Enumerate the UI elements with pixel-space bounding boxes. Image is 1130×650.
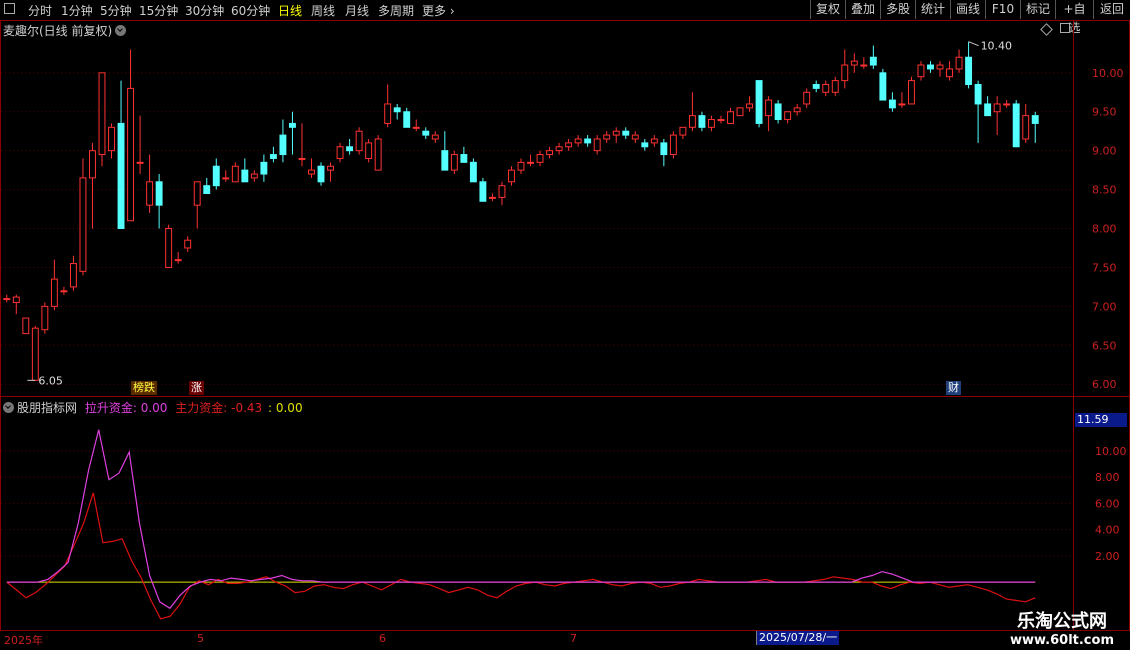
indicator-caption: 股朋指标网 拉升资金: 0.00 主力资金: -0.43 : 0.00 (3, 399, 303, 416)
panel-toggle-icon[interactable] (1060, 23, 1070, 33)
toolbar-button[interactable]: 画线 (950, 0, 985, 19)
extra-label: : 0.00 (268, 401, 303, 415)
period-tab[interactable]: 更多 › (422, 2, 455, 19)
period-tab[interactable]: 日线 (278, 2, 302, 19)
tag-limit-up[interactable]: 涨 (189, 381, 204, 395)
window-icon[interactable] (4, 3, 15, 14)
price-axis-panel (1073, 20, 1130, 397)
series2-label: 主力资金: -0.43 (175, 401, 263, 415)
period-tab[interactable]: 月线 (345, 2, 369, 19)
period-tab[interactable]: 分时 (28, 2, 52, 19)
toolbar-button[interactable]: 多股 (880, 0, 915, 19)
toolbar-button[interactable]: +自选 (1055, 0, 1093, 35)
toolbar-button[interactable]: 返回 (1093, 0, 1130, 19)
watermark-title: 乐淘公式网 (1016, 611, 1107, 632)
toolbar-button[interactable]: 复权 (810, 0, 845, 19)
main-chart-panel (0, 20, 1074, 397)
period-tab[interactable]: 30分钟 (185, 2, 224, 19)
tag-finance[interactable]: 财 (946, 381, 961, 395)
toolbar-button[interactable]: F10 (985, 0, 1020, 19)
period-tab[interactable]: 周线 (311, 2, 335, 19)
period-tab[interactable]: 1分钟 (61, 2, 93, 19)
toolbar-button[interactable]: 统计 (915, 0, 950, 19)
indicator-name[interactable]: 股朋指标网 (17, 401, 77, 415)
period-toolbar: 分时 1分钟 5分钟 15分钟 30分钟 60分钟 日线 周线 月线 多周期 更多 › 复权 叠加 多股… (0, 0, 1130, 35)
indicator-current-value: 11.59 (1075, 413, 1127, 427)
chevron-down-icon[interactable] (115, 25, 127, 36)
series1-label: 拉升资金: 0.00 (84, 401, 168, 415)
cursor-date-label: 2025/07/28/一 (757, 631, 840, 645)
watermark: 乐淘公式网 www.60lt.com (1010, 607, 1114, 648)
chevron-down-icon[interactable] (3, 402, 14, 413)
tag-rank-drop[interactable]: 榜跌 (131, 381, 157, 395)
period-tab[interactable]: 5分钟 (100, 2, 132, 19)
date-axis: 2025年 5 6 7 2025/07/28/一 (0, 631, 1130, 650)
chart-title[interactable]: 麦趣尔(日线 前复权) (3, 22, 127, 39)
toolbar-button[interactable]: 标记 (1020, 0, 1055, 19)
date-label-jul: 7 (570, 632, 577, 645)
watermark-url: www.60lt.com (1009, 633, 1114, 648)
indicator-panel (0, 396, 1074, 631)
date-label-may: 5 (197, 632, 204, 645)
stock-title: 麦趣尔(日线 前复权) (3, 24, 113, 38)
period-tab[interactable]: 60分钟 (231, 2, 270, 19)
date-label-year: 2025年 (4, 634, 43, 647)
date-label-jun: 6 (379, 632, 386, 645)
period-tab[interactable]: 多周期 (378, 2, 414, 19)
period-tab[interactable]: 15分钟 (139, 2, 178, 19)
indicator-axis-panel (1073, 396, 1130, 631)
toolbar-button[interactable]: 叠加 (845, 0, 880, 19)
